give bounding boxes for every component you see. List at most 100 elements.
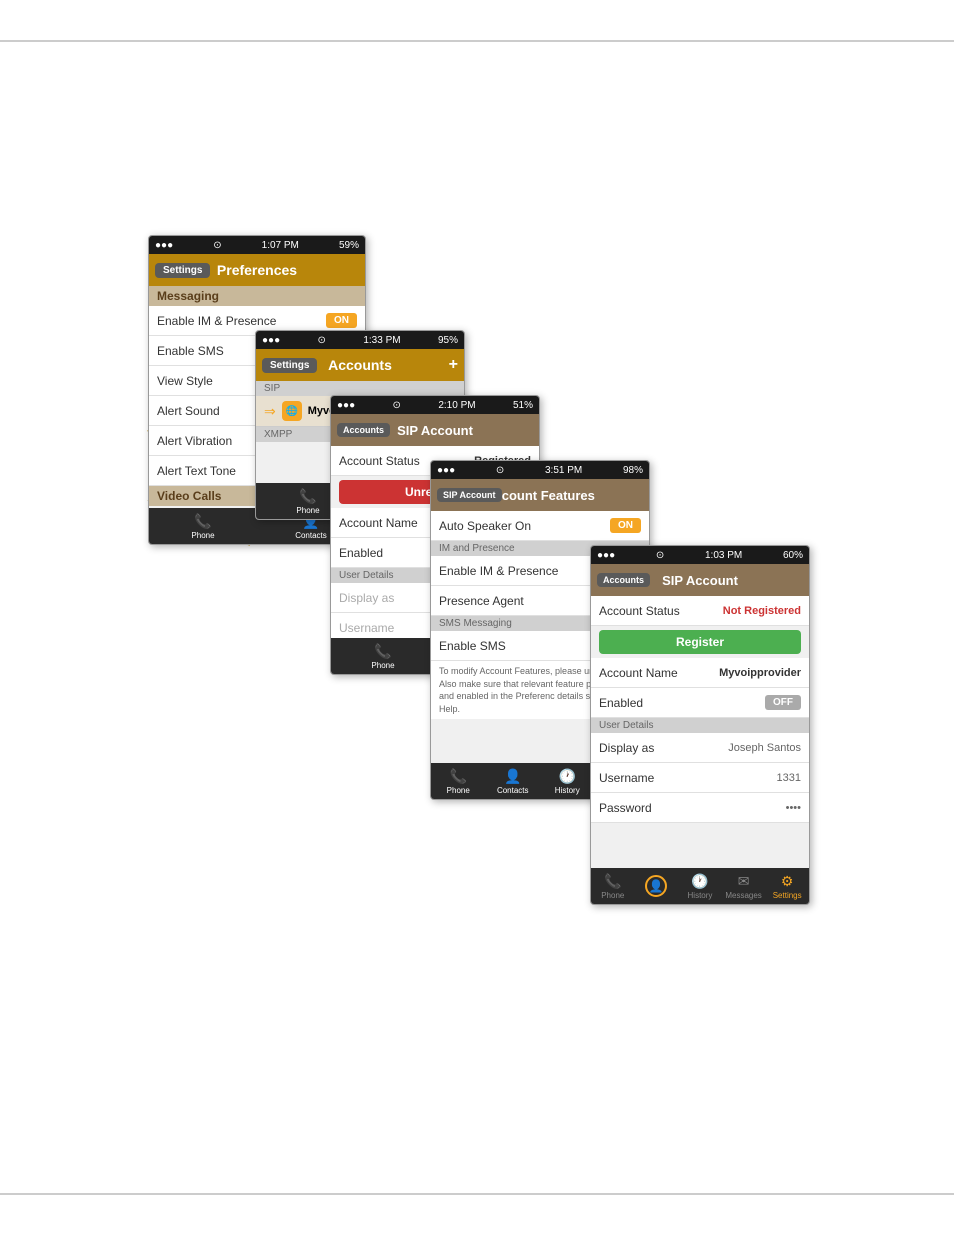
label-enabled-reg: Enabled: [339, 546, 383, 560]
tab-phone-5[interactable]: 📞 Phone: [591, 873, 635, 900]
phone-icon-1: 📞: [194, 513, 211, 530]
tab-label-settings-5: Settings: [773, 891, 802, 900]
label-alert-text-tone: Alert Text Tone: [157, 464, 236, 478]
label-username-reg: Username: [339, 621, 394, 635]
back-btn-sip-unreg[interactable]: Accounts: [597, 573, 650, 587]
nav-bar-sip-unreg: Accounts SIP Account: [591, 564, 809, 596]
signal-3: ●●●: [337, 400, 355, 411]
nav-title-accounts: Accounts: [328, 357, 392, 373]
tab-settings-5[interactable]: ⚙ Settings: [765, 873, 809, 900]
tab-label-history-5: History: [688, 891, 713, 900]
value-account-status-unreg: Not Registered: [723, 605, 801, 617]
nav-bar-accounts: Settings Accounts +: [256, 349, 464, 381]
time-4: 3:51 PM: [545, 465, 582, 476]
status-bar-4: ●●● ⊙ 3:51 PM 98%: [431, 461, 649, 479]
battery-1: 59%: [339, 240, 359, 251]
label-presence-agent: Presence Agent: [439, 594, 524, 608]
history-icon-4: 🕐: [559, 768, 576, 785]
time-3: 2:10 PM: [438, 400, 475, 411]
wifi-5: ⊙: [656, 550, 664, 561]
plus-btn[interactable]: +: [449, 356, 458, 374]
signal-4: ●●●: [437, 465, 455, 476]
toggle-auto-speaker[interactable]: ON: [610, 518, 641, 533]
row-display-as-unreg[interactable]: Display as Joseph Santos: [591, 733, 809, 763]
tab-label-contacts-1: Contacts: [295, 531, 327, 540]
label-account-status-reg: Account Status: [339, 454, 420, 468]
wifi-1: ⊙: [213, 240, 221, 251]
contacts-circle: 👤: [645, 875, 667, 897]
label-username-unreg: Username: [599, 771, 654, 785]
value-username-unreg: 1331: [777, 772, 801, 784]
back-btn-features[interactable]: SIP Account: [437, 488, 502, 502]
tab-history-4[interactable]: 🕐 History: [540, 768, 595, 795]
tab-phone-1[interactable]: 📞 Phone: [149, 513, 257, 540]
tab-contacts-5[interactable]: 👤: [635, 875, 679, 897]
nav-title-preferences: Preferences: [217, 262, 297, 278]
tab-label-phone-2: Phone: [296, 506, 319, 515]
label-alert-vibration: Alert Vibration: [157, 434, 232, 448]
wifi-2: ⊙: [318, 335, 326, 346]
nav-title-sip-unreg: SIP Account: [662, 573, 738, 588]
back-btn-accounts[interactable]: Settings: [262, 358, 317, 373]
history-icon-5: 🕐: [691, 873, 708, 890]
nav-bar-sip-registered: Accounts SIP Account: [331, 414, 539, 446]
nav-title-sip-reg: SIP Account: [397, 423, 473, 438]
status-bar-2: ●●● ⊙ 1:33 PM 95%: [256, 331, 464, 349]
tab-phone-3[interactable]: 📞 Phone: [331, 643, 435, 670]
value-password-unreg: ••••: [786, 802, 801, 814]
battery-2: 95%: [438, 335, 458, 346]
back-btn-sip-reg[interactable]: Accounts: [337, 423, 390, 437]
row-enabled-unreg: Enabled OFF: [591, 688, 809, 718]
toggle-enable-im[interactable]: ON: [326, 313, 357, 328]
signal-1: ●●●: [155, 240, 173, 251]
messages-icon-5: ✉: [738, 873, 750, 890]
section-sip: SIP: [256, 381, 464, 396]
screen-sip-not-registered: ●●● ⊙ 1:03 PM 60% Accounts SIP Account A…: [590, 545, 810, 905]
label-enable-sms-features: Enable SMS: [439, 639, 506, 653]
top-border: [0, 40, 954, 42]
phone-icon-2: 📞: [299, 488, 316, 505]
label-enabled-unreg: Enabled: [599, 696, 643, 710]
phone-icon-4: 📞: [450, 768, 467, 785]
register-btn[interactable]: Register: [599, 630, 801, 654]
time-5: 1:03 PM: [705, 550, 742, 561]
contacts-icon-5: 👤: [649, 879, 664, 893]
row-username-unreg[interactable]: Username 1331: [591, 763, 809, 793]
time-1: 1:07 PM: [262, 240, 299, 251]
phone-icon-3: 📞: [374, 643, 391, 660]
phone-icon-5: 📞: [604, 873, 621, 890]
bottom-border: [0, 1193, 954, 1195]
row-auto-speaker: Auto Speaker On ON: [431, 511, 649, 541]
nav-title-features: Account Features: [485, 488, 595, 503]
label-alert-sound: Alert Sound: [157, 404, 220, 418]
nav-bar-preferences: Settings Preferences: [149, 254, 365, 286]
value-account-name-unreg: Myvoipprovider: [719, 667, 801, 679]
label-auto-speaker: Auto Speaker On: [439, 519, 531, 533]
section-messaging: Messaging: [149, 286, 365, 306]
toggle-enabled-unreg[interactable]: OFF: [765, 695, 801, 710]
tab-messages-5[interactable]: ✉ Messages: [722, 873, 766, 900]
tab-phone-4[interactable]: 📞 Phone: [431, 768, 486, 795]
arrow-icon: ⇒: [264, 403, 276, 420]
label-display-as-reg: Display as: [339, 591, 394, 605]
row-account-status-unreg: Account Status Not Registered: [591, 596, 809, 626]
label-enable-im: Enable IM & Presence: [157, 314, 276, 328]
row-password-unreg[interactable]: Password ••••: [591, 793, 809, 823]
tab-history-5[interactable]: 🕐 History: [678, 873, 722, 900]
tab-contacts-4[interactable]: 👤 Contacts: [486, 768, 541, 795]
wifi-4: ⊙: [496, 465, 504, 476]
tab-label-history-4: History: [555, 786, 580, 795]
label-enable-sms: Enable SMS: [157, 344, 224, 358]
tab-bar-5: 📞 Phone 👤 🕐 History ✉ Messages ⚙ Setting…: [591, 868, 809, 904]
settings-icon-5: ⚙: [781, 873, 794, 890]
label-account-name-reg: Account Name: [339, 516, 418, 530]
tab-label-messages-5: Messages: [725, 891, 761, 900]
tab-label-phone-3: Phone: [371, 661, 394, 670]
row-account-name-unreg[interactable]: Account Name Myvoipprovider: [591, 658, 809, 688]
nav-bar-features: SIP Account Account Features: [431, 479, 649, 511]
status-bar-3: ●●● ⊙ 2:10 PM 51%: [331, 396, 539, 414]
status-bar-1: ●●● ⊙ 1:07 PM 59%: [149, 236, 365, 254]
back-btn-settings[interactable]: Settings: [155, 263, 210, 278]
time-2: 1:33 PM: [363, 335, 400, 346]
battery-4: 98%: [623, 465, 643, 476]
